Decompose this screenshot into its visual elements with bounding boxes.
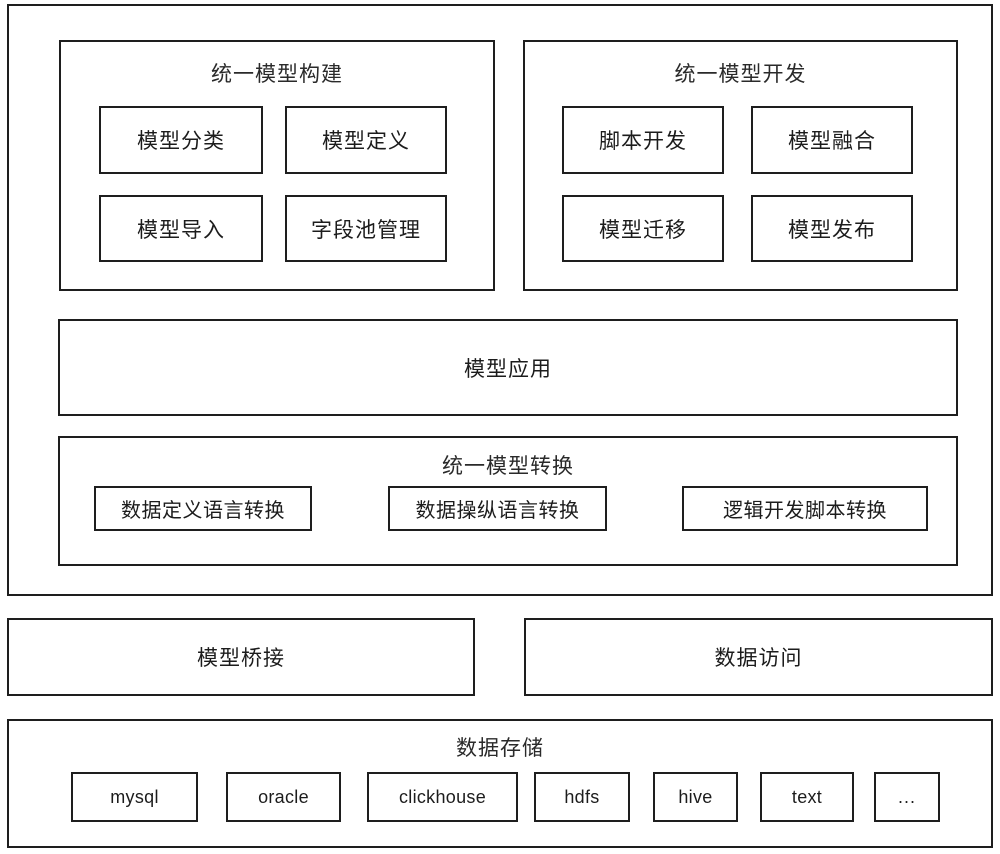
model-publish-box[interactable]: 模型发布 bbox=[751, 195, 913, 262]
model-migration-box[interactable]: 模型迁移 bbox=[562, 195, 724, 262]
diagram-canvas: 统一模型构建 模型分类 模型定义 模型导入 字段池管理 统一模型开发 脚本开发 … bbox=[0, 0, 1000, 854]
storage-mysql-box[interactable]: mysql bbox=[71, 772, 198, 822]
model-application-label: 模型应用 bbox=[464, 356, 552, 381]
ddl-conversion-label: 数据定义语言转换 bbox=[121, 500, 285, 522]
storage-text-box[interactable]: text bbox=[760, 772, 854, 822]
field-pool-management-box[interactable]: 字段池管理 bbox=[285, 195, 447, 262]
storage-oracle-box[interactable]: oracle bbox=[226, 772, 341, 822]
model-application-band[interactable]: 模型应用 bbox=[58, 319, 958, 416]
field-pool-management-label: 字段池管理 bbox=[311, 217, 421, 242]
storage-text-label: text bbox=[791, 786, 823, 807]
model-fusion-box[interactable]: 模型融合 bbox=[751, 106, 913, 174]
model-bridge-label: 模型桥接 bbox=[197, 646, 285, 670]
model-classification-box[interactable]: 模型分类 bbox=[99, 106, 263, 174]
storage-more-label: ... bbox=[897, 786, 916, 807]
data-access-box[interactable]: 数据访问 bbox=[524, 618, 993, 696]
storage-mysql-label: mysql bbox=[110, 786, 159, 807]
unified-model-build-title: 统一模型构建 bbox=[211, 62, 343, 86]
model-classification-label: 模型分类 bbox=[137, 129, 225, 153]
storage-hdfs-box[interactable]: hdfs bbox=[534, 772, 630, 822]
storage-clickhouse-label: clickhouse bbox=[398, 786, 487, 807]
storage-hive-label: hive bbox=[678, 786, 713, 807]
model-definition-box[interactable]: 模型定义 bbox=[285, 106, 447, 174]
storage-hive-box[interactable]: hive bbox=[653, 772, 738, 822]
dml-conversion-box[interactable]: 数据操纵语言转换 bbox=[388, 486, 607, 531]
model-import-label: 模型导入 bbox=[137, 217, 225, 242]
storage-clickhouse-box[interactable]: clickhouse bbox=[367, 772, 518, 822]
model-fusion-label: 模型融合 bbox=[788, 129, 876, 153]
data-access-label: 数据访问 bbox=[714, 646, 803, 670]
model-migration-label: 模型迁移 bbox=[599, 217, 687, 242]
storage-oracle-label: oracle bbox=[258, 786, 309, 807]
model-definition-label: 模型定义 bbox=[322, 129, 410, 153]
unified-model-conversion-title: 统一模型转换 bbox=[442, 454, 574, 478]
script-development-box[interactable]: 脚本开发 bbox=[562, 106, 724, 174]
storage-more-box[interactable]: ... bbox=[874, 772, 940, 822]
model-import-box[interactable]: 模型导入 bbox=[99, 195, 263, 262]
unified-model-develop-title: 统一模型开发 bbox=[674, 62, 807, 86]
model-publish-label: 模型发布 bbox=[788, 217, 876, 242]
ddl-conversion-box[interactable]: 数据定义语言转换 bbox=[94, 486, 312, 531]
logic-script-conversion-label: 逻辑开发脚本转换 bbox=[723, 500, 887, 522]
storage-hdfs-label: hdfs bbox=[564, 786, 600, 807]
model-bridge-box[interactable]: 模型桥接 bbox=[7, 618, 475, 696]
data-storage-title: 数据存储 bbox=[456, 736, 544, 760]
script-development-label: 脚本开发 bbox=[599, 129, 687, 153]
dml-conversion-label: 数据操纵语言转换 bbox=[415, 500, 580, 522]
logic-script-conversion-box[interactable]: 逻辑开发脚本转换 bbox=[682, 486, 928, 531]
